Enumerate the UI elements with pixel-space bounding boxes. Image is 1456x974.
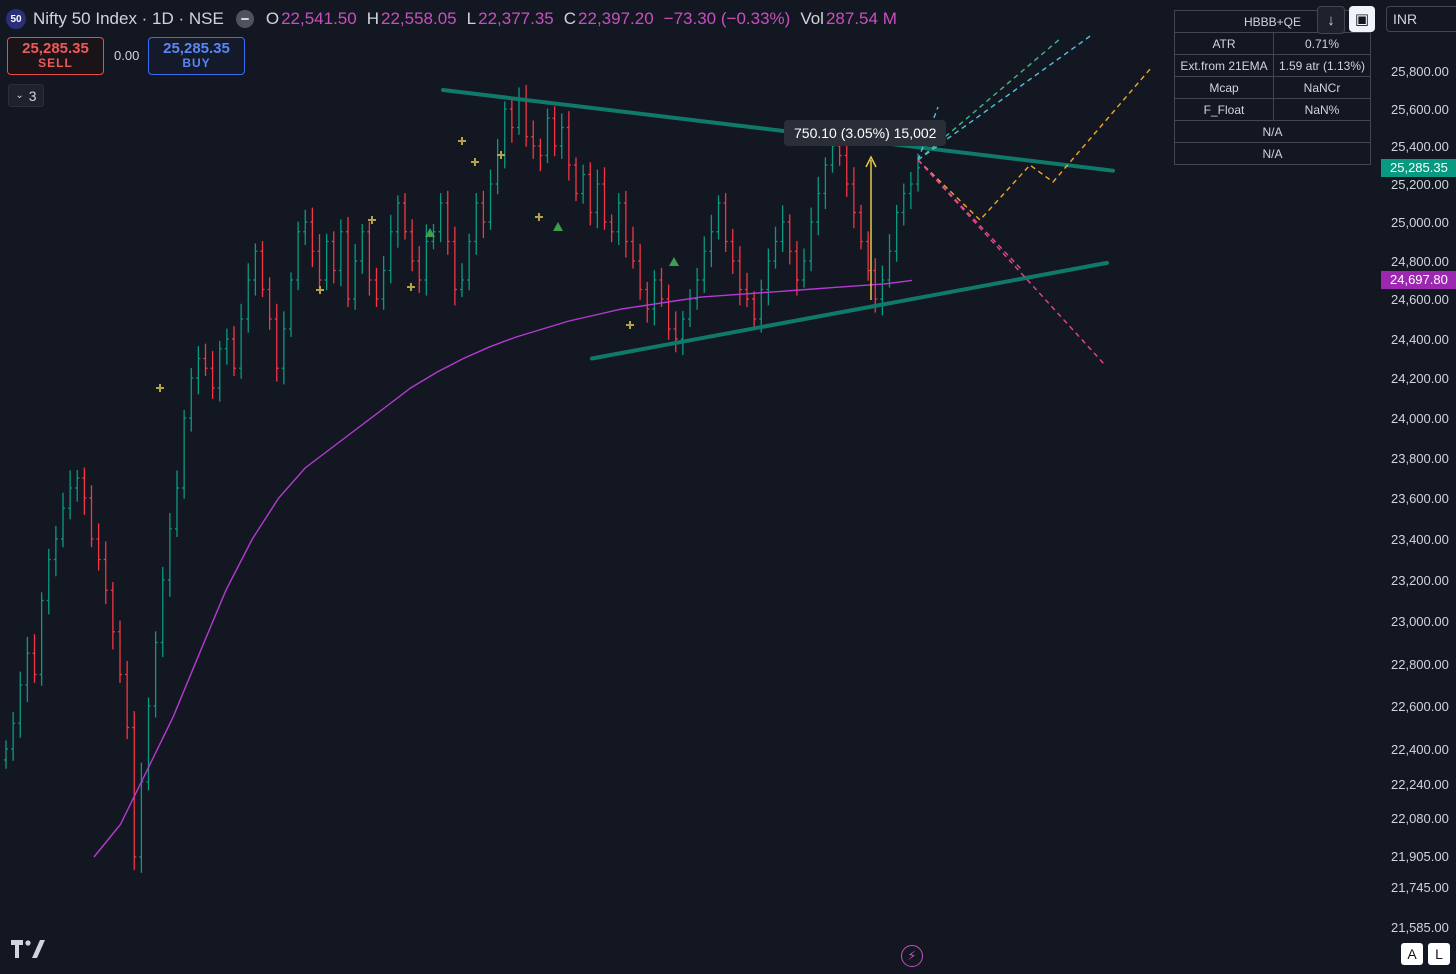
lightning-icon[interactable]: ⚡ [901,945,923,967]
spread-value: 0.00 [114,48,140,63]
y-tick-label: 23,000.00 [1391,614,1449,629]
auto-scale-button[interactable]: A [1401,943,1423,965]
info-value-ext: 1.59 atr (1.13%) [1273,54,1371,77]
y-tick-label: 23,800.00 [1391,451,1449,466]
info-key-mcap: Mcap [1174,76,1274,99]
ohlc-low-label: L [466,9,477,28]
signal-plus-marker [458,137,466,145]
sell-label: SELL [38,56,73,70]
sell-price: 25,285.35 [22,40,89,57]
arrow-down-icon[interactable]: ↓ [1317,6,1345,34]
y-tick-label: 24,000.00 [1391,411,1449,426]
y-tick-label: 21,585.00 [1391,920,1449,935]
ohlc-open-value: 22,541.50 [281,9,357,28]
tradingview-logo-icon[interactable] [11,938,47,958]
signal-plus-marker [471,158,479,166]
y-tick-label: 24,400.00 [1391,332,1449,347]
indicators-collapse-button[interactable]: ⌄ 3 [8,84,44,107]
signal-triangle-marker [669,257,679,266]
ema-price-tag: 24,697.80 [1381,271,1456,290]
y-tick-label: 25,400.00 [1391,139,1449,154]
projection-orange [917,67,1152,222]
measure-tooltip: 750.10 (3.05%) 15,002 [784,120,947,146]
y-tick-label: 24,200.00 [1391,371,1449,386]
signal-plus-marker [626,321,634,329]
ema-line [93,279,913,858]
signal-plus-marker [407,283,415,291]
ohlc-high-label: H [366,9,379,28]
y-tick-label: 22,240.00 [1391,777,1449,792]
volume-label: Vol [800,9,824,28]
info-footer-1: N/A [1174,120,1371,143]
ohlc-low-value: 22,377.35 [478,9,554,28]
buy-label: BUY [182,56,211,70]
symbol-title[interactable]: Nifty 50 Index · 1D · NSE [33,9,224,29]
currency-select[interactable]: INR [1386,6,1456,32]
projection-pink [917,159,1106,366]
y-tick-label: 24,600.00 [1391,292,1449,307]
y-tick-label: 22,400.00 [1391,742,1449,757]
info-value-ffloat: NaN% [1273,98,1371,121]
info-value-atr: 0.71% [1273,32,1371,55]
signal-triangle-marker [553,222,563,231]
ohlc-change-value: −73.30 (−0.33%) [663,9,791,28]
info-key-ext: Ext.from 21EMA [1174,54,1274,77]
signal-plus-marker [535,213,543,221]
buy-button[interactable]: 25,285.35 BUY [148,37,245,75]
y-tick-label: 25,800.00 [1391,64,1449,79]
y-tick-label: 22,800.00 [1391,657,1449,672]
ohlc-close-label: C [563,9,577,28]
y-tick-label: 21,905.00 [1391,849,1449,864]
ohlc-high-value: 22,558.05 [381,9,457,28]
y-tick-label: 22,080.00 [1391,811,1449,826]
y-tick-label: 25,200.00 [1391,177,1449,192]
log-scale-button[interactable]: L [1428,943,1450,965]
y-tick-label: 22,600.00 [1391,699,1449,714]
chart-header: 50 Nifty 50 Index · 1D · NSE O 22,541.50 … [6,6,907,32]
hide-icon[interactable] [235,10,254,28]
y-tick-label: 25,000.00 [1391,215,1449,230]
y-tick-label: 23,600.00 [1391,491,1449,506]
y-tick-label: 24,800.00 [1391,254,1449,269]
info-key-ffloat: F_Float [1174,98,1274,121]
ohlc-open-label: O [265,9,280,28]
info-footer-2: N/A [1174,142,1371,165]
volume-value: 287.54 M [825,9,897,28]
last-price-tag: 25,285.35 [1381,158,1456,177]
y-tick-label: 21,745.00 [1391,880,1449,895]
y-tick-label: 23,200.00 [1391,573,1449,588]
chevron-down-icon: ⌄ [15,90,24,101]
symbol-badge: 50 [6,9,26,29]
info-key-atr: ATR [1174,32,1274,55]
signal-plus-marker [156,384,164,392]
info-value-mcap: NaNCr [1273,76,1371,99]
ohlc-close-value: 22,397.20 [578,9,654,28]
buy-price: 25,285.35 [163,40,230,57]
signal-plus-marker [316,286,324,294]
resistance-trendline [441,88,1115,173]
y-tick-label: 25,600.00 [1391,102,1449,117]
indicators-count: 3 [28,87,37,104]
sell-button[interactable]: 25,285.35 SELL [7,37,104,75]
y-tick-label: 23,400.00 [1391,532,1449,547]
layout-icon[interactable]: ▣ [1349,6,1375,32]
